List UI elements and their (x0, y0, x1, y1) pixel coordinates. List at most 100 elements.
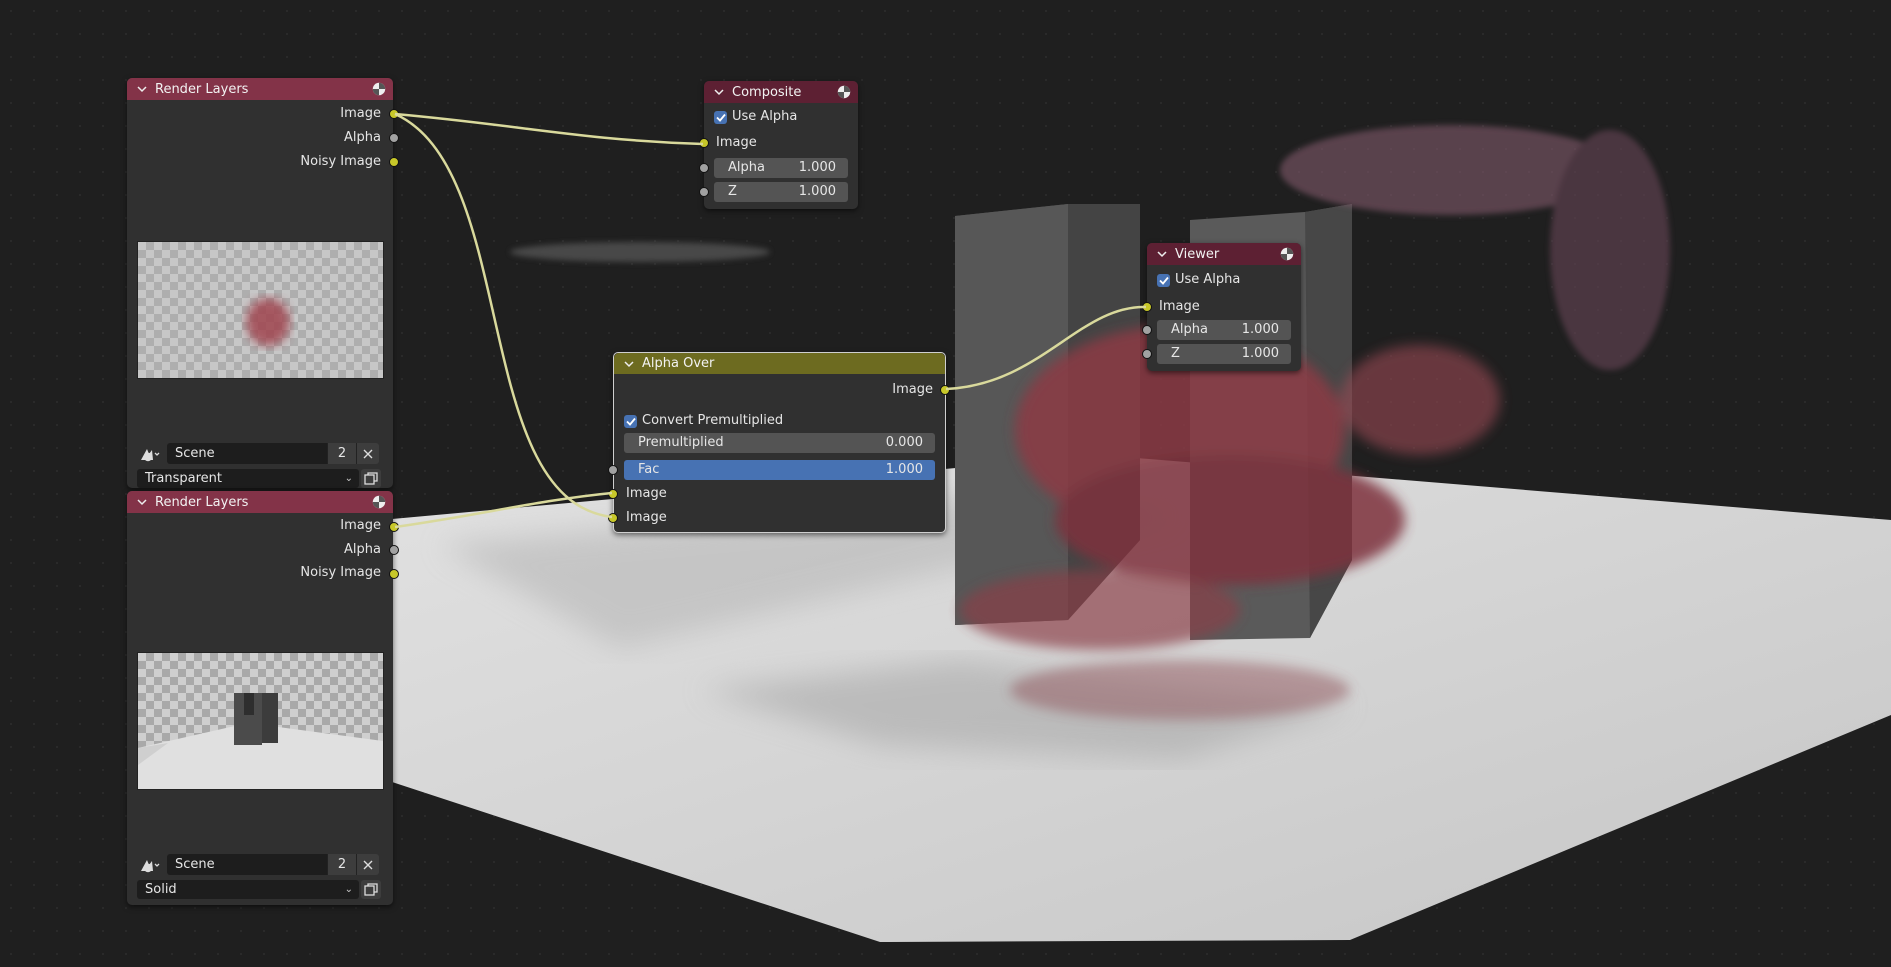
premultiplied-label: Premultiplied (638, 435, 724, 450)
viewer-node[interactable]: Viewer Use Alpha Image Alpha 1.000 Z 1.0… (1142, 243, 1301, 371)
collapse-chevron-icon[interactable] (622, 357, 636, 371)
chevron-down-icon: ⌄ (344, 473, 353, 484)
use-alpha-label: Use Alpha (1175, 272, 1241, 287)
collapse-chevron-icon[interactable] (712, 85, 726, 99)
chevron-down-icon: ⌄ (344, 884, 353, 895)
alpha-value: 1.000 (798, 160, 836, 175)
output-image-socket[interactable] (389, 109, 399, 119)
premultiplied-value-field[interactable]: Premultiplied 0.000 (624, 433, 935, 453)
z-value-field[interactable]: Z 1.000 (714, 182, 848, 202)
view-layer-dropdown[interactable]: Solid ⌄ (137, 880, 359, 899)
z-value: 1.000 (798, 184, 836, 199)
view-layer-selector[interactable]: Transparent ⌄ (137, 469, 381, 488)
unlink-scene-close-icon[interactable] (356, 854, 379, 875)
input-image-label: Image (1159, 299, 1200, 314)
output-alpha-socket[interactable] (389, 545, 399, 555)
z-value-field[interactable]: Z 1.000 (1157, 344, 1291, 364)
scene-name-field[interactable]: Scene (167, 854, 327, 875)
node-title: Render Layers (155, 494, 249, 510)
view-layer-value: Solid (145, 882, 177, 897)
collapse-chevron-icon[interactable] (135, 82, 149, 96)
output-alpha-label: Alpha (344, 130, 381, 145)
input-image-1-socket[interactable] (608, 489, 618, 499)
scene-selector[interactable]: Scene 2 (137, 854, 379, 875)
collapse-chevron-icon[interactable] (135, 495, 149, 509)
z-value: 1.000 (1241, 346, 1279, 361)
use-alpha-label: Use Alpha (732, 109, 798, 124)
render-preview-image (137, 241, 384, 379)
render-layer-button[interactable] (361, 880, 381, 899)
render-layer-button[interactable] (361, 469, 381, 488)
output-noisy-image-label: Noisy Image (300, 154, 381, 169)
alpha-value-field[interactable]: Alpha 1.000 (714, 158, 848, 178)
node-header[interactable]: Alpha Over (614, 353, 945, 374)
scene-user-count[interactable]: 2 (327, 443, 356, 464)
node-header[interactable]: Render Layers (127, 491, 393, 513)
alpha-label: Alpha (1171, 322, 1208, 337)
output-noisy-image-socket[interactable] (389, 569, 399, 579)
input-image-2-socket[interactable] (608, 513, 618, 523)
alpha-value: 1.000 (1241, 322, 1279, 337)
render-layers-node-1[interactable]: Render Layers Image Alpha Noisy Image Sc… (127, 78, 399, 488)
unlink-scene-close-icon[interactable] (356, 443, 379, 464)
convert-premultiplied-checkbox[interactable]: Convert Premultiplied (624, 411, 783, 431)
checkbox-checked-icon[interactable] (714, 110, 727, 124)
use-alpha-checkbox[interactable]: Use Alpha (714, 107, 797, 127)
input-image-2-label: Image (626, 510, 667, 525)
input-fac-socket[interactable] (608, 465, 618, 475)
collapse-chevron-icon[interactable] (1155, 247, 1169, 261)
node-title: Composite (732, 84, 802, 100)
input-alpha-socket[interactable] (1142, 325, 1152, 335)
input-image-socket[interactable] (699, 138, 709, 148)
checkbox-checked-icon[interactable] (1157, 273, 1170, 287)
render-preview-sphere-icon[interactable] (1280, 247, 1294, 261)
scene-icon[interactable] (137, 854, 163, 875)
convert-premultiplied-label: Convert Premultiplied (642, 413, 784, 428)
render-preview-sphere-icon[interactable] (372, 82, 386, 96)
output-alpha-label: Alpha (344, 542, 381, 557)
node-header[interactable]: Composite (704, 81, 858, 103)
render-preview-image (137, 652, 384, 790)
output-noisy-image-label: Noisy Image (300, 565, 381, 580)
output-image-socket[interactable] (940, 385, 950, 395)
node-title: Alpha Over (642, 356, 715, 371)
z-label: Z (728, 184, 737, 199)
output-noisy-image-socket[interactable] (389, 157, 399, 167)
render-layers-node-2[interactable]: Render Layers Image Alpha Noisy Image Sc… (127, 491, 399, 905)
scene-name-field[interactable]: Scene (167, 443, 327, 464)
output-alpha-socket[interactable] (389, 133, 399, 143)
render-preview-sphere-icon[interactable] (837, 85, 851, 99)
alpha-over-node[interactable]: Alpha Over Image Convert Premultiplied P… (608, 352, 950, 533)
z-label: Z (1171, 346, 1180, 361)
input-image-label: Image (716, 135, 757, 150)
view-layer-selector[interactable]: Solid ⌄ (137, 880, 381, 899)
premultiplied-value: 0.000 (885, 435, 923, 450)
scene-selector[interactable]: Scene 2 (137, 443, 379, 464)
node-header[interactable]: Render Layers (127, 78, 393, 100)
fac-label: Fac (638, 462, 660, 477)
use-alpha-checkbox[interactable]: Use Alpha (1157, 270, 1240, 290)
output-image-label: Image (340, 106, 381, 121)
input-alpha-socket[interactable] (699, 163, 709, 173)
checkbox-checked-icon[interactable] (624, 414, 637, 428)
node-header[interactable]: Viewer (1147, 243, 1301, 265)
alpha-value-field[interactable]: Alpha 1.000 (1157, 320, 1291, 340)
view-layer-value: Transparent (145, 471, 222, 486)
input-image-1-label: Image (626, 486, 667, 501)
render-preview-sphere-icon[interactable] (372, 495, 386, 509)
view-layer-dropdown[interactable]: Transparent ⌄ (137, 469, 359, 488)
output-image-label: Image (892, 382, 933, 397)
composite-node[interactable]: Composite Use Alpha Image Alpha 1.000 Z … (699, 81, 858, 209)
fac-value-field[interactable]: Fac 1.000 (624, 460, 935, 480)
output-image-socket[interactable] (389, 522, 399, 532)
fac-value: 1.000 (885, 462, 923, 477)
input-image-socket[interactable] (1142, 302, 1152, 312)
scene-user-count[interactable]: 2 (327, 854, 356, 875)
input-z-socket[interactable] (699, 187, 709, 197)
input-z-socket[interactable] (1142, 349, 1152, 359)
alpha-label: Alpha (728, 160, 765, 175)
node-title: Render Layers (155, 81, 249, 97)
output-image-label: Image (340, 518, 381, 533)
scene-icon[interactable] (137, 443, 163, 464)
node-title: Viewer (1175, 246, 1220, 262)
